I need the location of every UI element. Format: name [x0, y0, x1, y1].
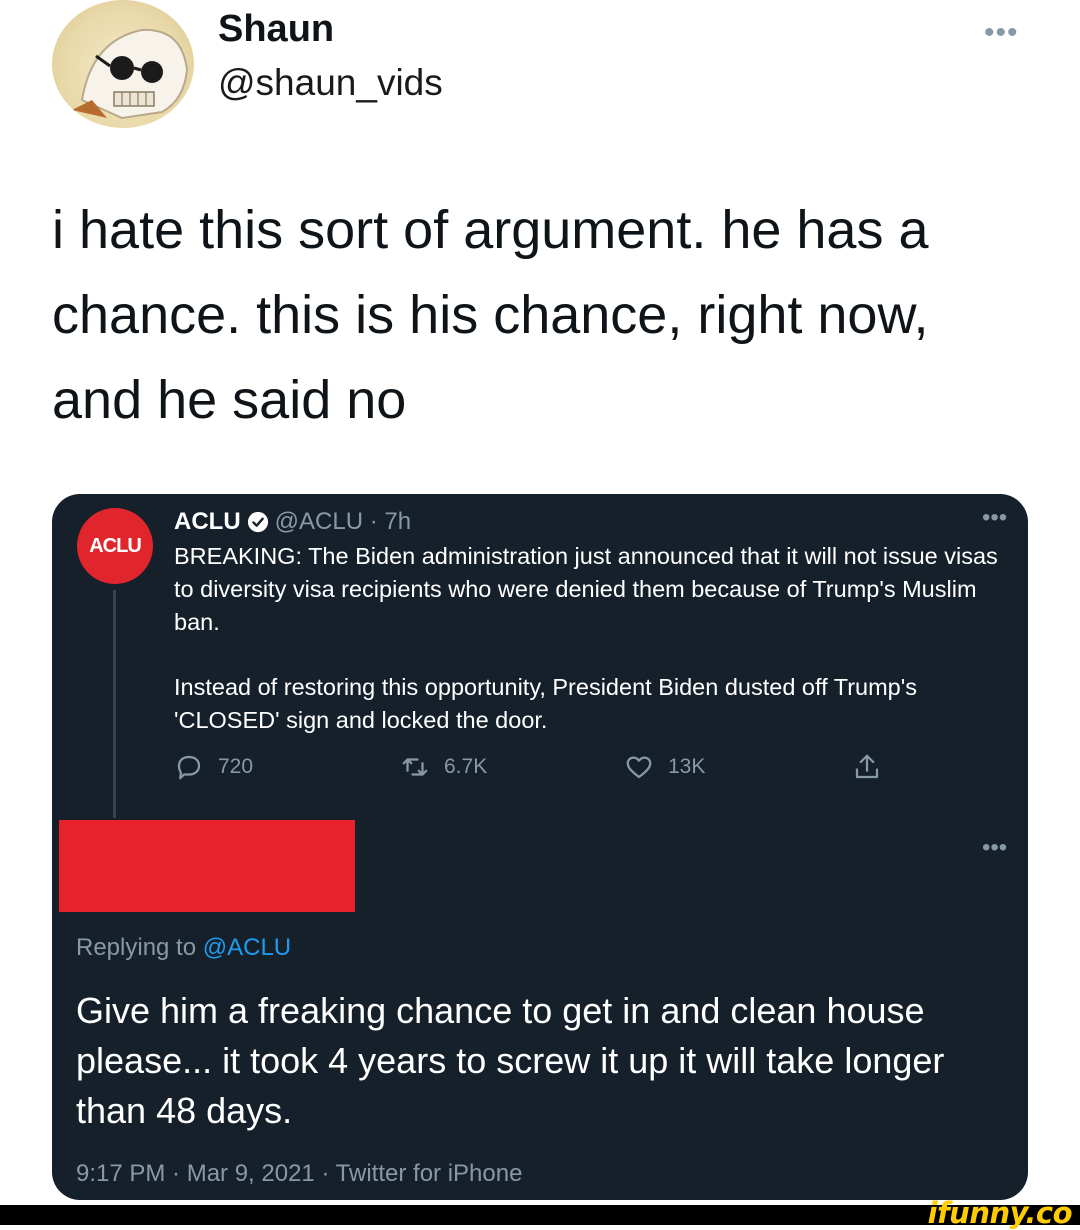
watermark-bar: [0, 1205, 1080, 1225]
author-name[interactable]: Shaun: [218, 8, 334, 51]
share-button[interactable]: [852, 752, 896, 782]
like-icon: [626, 756, 652, 779]
more-icon[interactable]: •••: [982, 504, 1007, 532]
author-avatar[interactable]: [52, 0, 194, 128]
retweet-count: 6.7K: [444, 755, 488, 778]
replying-mention-link[interactable]: @ACLU: [203, 934, 291, 961]
author-handle[interactable]: @shaun_vids: [218, 62, 443, 104]
retweet-icon: [402, 758, 428, 776]
quoted-paragraph: BREAKING: The Biden administration just …: [174, 543, 998, 635]
quoted-handle-time[interactable]: @ACLU · 7h: [275, 508, 411, 536]
like-button[interactable]: 13K: [624, 752, 705, 782]
replying-to: Replying to @ACLU: [76, 934, 291, 962]
like-count: 13K: [668, 755, 706, 778]
reply-count: 720: [218, 755, 254, 778]
redacted-author: [59, 820, 355, 912]
tweet-text: i hate this sort of argument. he has a c…: [52, 200, 929, 430]
aclu-avatar[interactable]: ACLU: [77, 508, 153, 584]
quoted-tweet-body: BREAKING: The Biden administration just …: [174, 540, 1004, 737]
skull-image: [72, 28, 189, 120]
quoted-author-name[interactable]: ACLU: [174, 508, 241, 536]
replying-prefix: Replying to: [76, 934, 203, 961]
reply-text: Give him a freaking chance to get in and…: [76, 990, 945, 1131]
more-icon[interactable]: •••: [982, 834, 1007, 862]
verified-icon: [247, 511, 268, 533]
reply-timestamp[interactable]: 9:17 PM · Mar 9, 2021 · Twitter for iPho…: [76, 1160, 522, 1188]
quoted-tweet-card[interactable]: ACLU ACLU @ACLU · 7h ••• BREAKING: The B…: [52, 494, 1028, 1200]
reply-icon: [177, 755, 201, 780]
quoted-paragraph: Instead of restoring this opportunity, P…: [174, 674, 917, 733]
reply-button[interactable]: 720: [174, 752, 253, 782]
tweet-actions: 720 6.7K 13K: [174, 752, 884, 792]
share-icon: [855, 754, 879, 779]
retweet-button[interactable]: 6.7K: [400, 752, 487, 782]
quoted-header: ACLU @ACLU · 7h: [174, 508, 411, 536]
thread-line: [113, 590, 116, 818]
more-icon[interactable]: •••: [984, 16, 1019, 50]
